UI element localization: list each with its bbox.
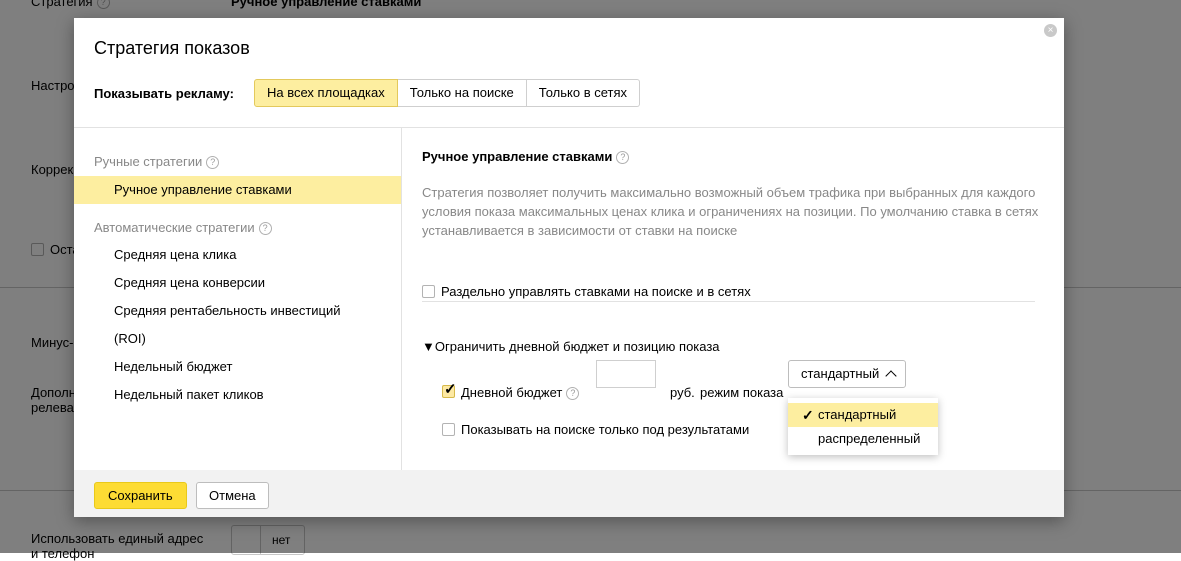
strategy-item-avg-cpa[interactable]: Средняя цена конверсии (74, 269, 401, 297)
show-ads-label: Показывать рекламу: (94, 86, 234, 101)
strategy-item-roi[interactable]: Средняя рентабельность инвестиций (74, 297, 401, 325)
divider (422, 301, 1035, 302)
help-icon[interactable]: ? (616, 151, 630, 164)
auto-strategies-heading: Автоматические стратегии? (94, 220, 272, 235)
help-icon[interactable]: ? (206, 156, 220, 169)
mode-option-standard[interactable]: ✓ стандартный (788, 403, 938, 427)
strategy-details: Ручное управление ставками? Стратегия по… (402, 128, 1064, 470)
placement-search-button[interactable]: Только на поиске (397, 79, 527, 107)
strategy-list: Ручные стратегии? Ручное управление став… (74, 128, 402, 470)
cancel-button[interactable]: Отмена (196, 482, 269, 509)
daily-budget-input[interactable] (596, 360, 656, 388)
mode-option-distributed[interactable]: распределенный (788, 427, 938, 451)
strategy-item-manual[interactable]: Ручное управление ставками (74, 176, 401, 204)
mode-option-label: стандартный (818, 407, 897, 422)
help-icon[interactable]: ? (258, 222, 272, 235)
save-button[interactable]: Сохранить (94, 482, 187, 509)
close-icon[interactable]: × (1044, 24, 1057, 37)
chevron-up-icon (885, 370, 897, 382)
strategy-item-avg-cpc[interactable]: Средняя цена клика (74, 241, 401, 269)
strategy-item-roi-cont[interactable]: (ROI) (74, 325, 401, 353)
separate-bids-label[interactable]: Раздельно управлять ставками на поиске и… (441, 284, 751, 299)
limit-budget-toggle[interactable]: ▼Ограничить дневной бюджет и позицию пок… (422, 339, 720, 354)
only-under-results-label[interactable]: Показывать на поиске только под результа… (461, 422, 749, 437)
strategy-title-text: Ручное управление ставками (422, 149, 613, 164)
placement-selector: На всех площадках Только на поиске Тольк… (254, 79, 641, 107)
manual-strategies-heading: Ручные стратегии? (94, 154, 220, 169)
strategy-modal: × Стратегия показов Показывать рекламу: … (74, 18, 1064, 517)
help-icon[interactable]: ? (566, 387, 580, 400)
mode-label: режим показа (700, 385, 784, 400)
check-icon: ✓ (802, 407, 814, 423)
daily-budget-checkbox[interactable] (442, 380, 457, 398)
strategy-item-weekly-budget[interactable]: Недельный бюджет (74, 353, 401, 381)
separate-bids-checkbox[interactable] (422, 285, 435, 298)
manual-group-label: Ручные стратегии (94, 154, 203, 169)
placement-networks-button[interactable]: Только в сетях (526, 79, 641, 107)
currency-label: руб. (670, 385, 695, 400)
daily-budget-label: Дневной бюджет? (461, 385, 580, 400)
daily-budget-label-text: Дневной бюджет (461, 385, 563, 400)
strategy-title: Ручное управление ставками? (422, 149, 630, 164)
modal-title: Стратегия показов (94, 38, 250, 58)
modal-footer: Сохранить Отмена (74, 470, 1064, 517)
placement-all-button[interactable]: На всех площадках (254, 79, 398, 107)
display-mode-dropdown: ✓ стандартный распределенный (788, 398, 938, 455)
display-mode-value: стандартный (801, 366, 880, 381)
strategy-item-weekly-clicks[interactable]: Недельный пакет кликов (74, 381, 401, 409)
display-mode-select[interactable]: стандартный (788, 360, 906, 388)
only-under-results-checkbox[interactable] (442, 423, 455, 436)
auto-group-label: Автоматические стратегии (94, 220, 255, 235)
strategy-description: Стратегия позволяет получить максимально… (422, 185, 1039, 238)
